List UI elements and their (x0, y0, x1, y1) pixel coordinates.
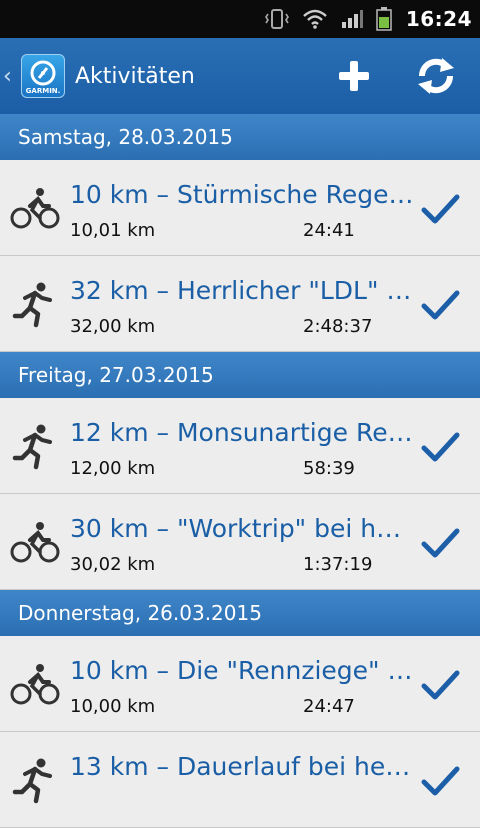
date-header: Freitag, 27.03.2015 (0, 352, 480, 398)
activity-row[interactable]: 10 km – Stürmische Regenfahrt 10,01 km 2… (0, 160, 480, 256)
activity-title: 30 km – "Worktrip" bei herrlichem Wetter (70, 514, 415, 543)
synced-check-icon (421, 432, 460, 462)
activity-title: 13 km – Dauerlauf bei herrlichem Wetter (70, 752, 415, 781)
activity-duration: 2:48:37 (303, 316, 373, 337)
synced-check-icon (421, 528, 460, 558)
cycling-icon (10, 188, 60, 229)
activity-duration: 58:39 (303, 458, 355, 479)
wifi-icon (302, 8, 328, 30)
back-chevron-icon[interactable]: ‹ (3, 64, 17, 89)
status-bar: 16:24 (0, 0, 480, 38)
activity-distance: 32,00 km (70, 316, 156, 337)
activity-row[interactable]: 30 km – "Worktrip" bei herrlichem Wetter… (0, 494, 480, 590)
activity-duration: 1:37:19 (303, 554, 373, 575)
synced-check-icon (421, 766, 460, 796)
synced-check-icon (421, 290, 460, 320)
running-icon (12, 424, 52, 470)
add-activity-button[interactable] (324, 38, 384, 114)
activity-row[interactable]: 13 km – Dauerlauf bei herrlichem Wetter (0, 732, 480, 828)
date-header: Donnerstag, 26.03.2015 (0, 590, 480, 636)
status-time: 16:24 (405, 7, 472, 31)
activity-title: 10 km – Stürmische Regenfahrt (70, 180, 415, 209)
date-header: Samstag, 28.03.2015 (0, 114, 480, 160)
running-icon (12, 282, 52, 328)
cycling-icon (10, 664, 60, 705)
page-title: Aktivitäten (75, 63, 195, 89)
activity-row[interactable]: 32 km – Herrlicher "LDL" Lauf 32,00 km 2… (0, 256, 480, 352)
activity-row[interactable]: 10 km – Die "Rennziege" ist zurück 10,00… (0, 636, 480, 732)
synced-check-icon (421, 670, 460, 700)
activity-title: 12 km – Monsunartige Regenfälle (70, 418, 415, 447)
activity-list[interactable]: Samstag, 28.03.2015 10 km – Stürmische R… (0, 114, 480, 828)
activity-distance: 10,01 km (70, 220, 156, 241)
action-bar: ‹ GARMIN. Aktivitäten (0, 38, 480, 114)
logo-text: GARMIN. (25, 87, 61, 95)
signal-icon (340, 8, 364, 30)
activity-duration: 24:41 (303, 220, 355, 241)
plus-icon (339, 61, 369, 91)
activity-row[interactable]: 12 km – Monsunartige Regenfälle 12,00 km… (0, 398, 480, 494)
activity-title: 10 km – Die "Rennziege" ist zurück (70, 656, 415, 685)
activity-distance: 30,02 km (70, 554, 156, 575)
activity-distance: 10,00 km (70, 696, 156, 717)
activity-title: 32 km – Herrlicher "LDL" Lauf (70, 276, 415, 305)
vibrate-icon (264, 8, 290, 30)
activity-duration: 24:47 (303, 696, 355, 717)
cycling-icon (10, 522, 60, 563)
sync-icon (418, 58, 454, 94)
synced-check-icon (421, 194, 460, 224)
running-icon (12, 758, 52, 804)
activity-distance: 12,00 km (70, 458, 156, 479)
battery-icon (376, 7, 392, 31)
sync-button[interactable] (406, 38, 466, 114)
garmin-app-logo[interactable]: GARMIN. (21, 54, 65, 98)
